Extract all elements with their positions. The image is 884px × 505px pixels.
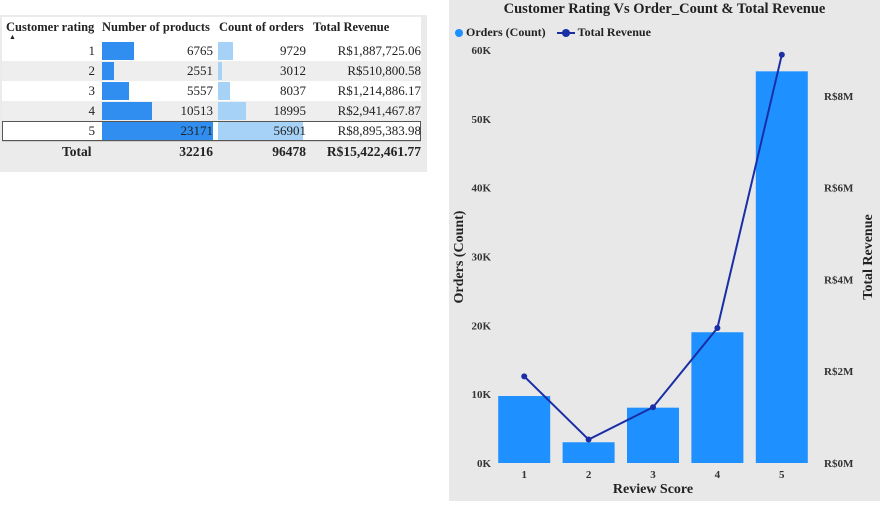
- orders-bar[interactable]: [498, 396, 551, 463]
- sort-ascending-icon[interactable]: ▲: [9, 34, 16, 41]
- cell-orders: 18995: [273, 103, 307, 118]
- cell-rating: 2: [88, 63, 96, 78]
- cell-revenue: R$1,887,725.06: [337, 43, 421, 58]
- cell-revenue: R$1,214,886.17: [337, 83, 421, 98]
- y2-tick-label: R$0M: [824, 458, 854, 470]
- cell-rating: 1: [88, 43, 96, 58]
- x-tick-label: 4: [715, 469, 721, 481]
- y2-axis-title: Total Revenue: [861, 214, 876, 299]
- x-axis-title: Review Score: [613, 482, 693, 497]
- y-tick-label: 0K: [477, 458, 492, 470]
- table-row[interactable]: 2 2551 3012 R$510,800.58: [2, 61, 421, 81]
- y-tick-label: 20K: [471, 320, 491, 332]
- column-header-customer-rating[interactable]: Customer rating: [6, 20, 94, 35]
- combo-chart: 0K 10K 20K 30K 40K 50K 60K R$0M R$2M R$4M R$6M R$8M…: [449, 0, 880, 501]
- cell-revenue: R$2,941,467.87: [337, 103, 421, 118]
- y-tick-label: 60K: [471, 45, 491, 57]
- table-header-row: Customer rating ▲ Number of products Cou…: [2, 17, 421, 41]
- x-tick-label: 3: [650, 469, 656, 481]
- cell-rating: 5: [88, 123, 96, 138]
- cell-products: 23171: [180, 123, 214, 138]
- cell-orders: 8037: [280, 83, 306, 98]
- products-table: Customer rating ▲ Number of products Cou…: [0, 15, 427, 172]
- revenue-point[interactable]: [778, 51, 785, 58]
- revenue-point[interactable]: [521, 373, 528, 380]
- total-label: Total: [62, 144, 92, 159]
- legend-orders-marker: [455, 29, 463, 37]
- cell-products: 5557: [187, 83, 213, 98]
- cell-orders: 9729: [280, 43, 306, 58]
- chart-title: Customer Rating Vs Order_Count & Total R…: [503, 1, 826, 17]
- cell-products: 6765: [187, 43, 213, 58]
- y2-tick-label: R$2M: [824, 366, 854, 378]
- revenue-point[interactable]: [714, 325, 721, 332]
- table-row[interactable]: 5 23171 56901 R$8,895,383.98: [2, 121, 421, 141]
- chart-legend: Orders (Count) Total Revenue: [455, 24, 659, 42]
- table-row[interactable]: 4 10513 18995 R$2,941,467.87: [2, 101, 421, 121]
- orders-bar[interactable]: [562, 442, 615, 463]
- legend-revenue-label: Total Revenue: [577, 24, 651, 39]
- cell-revenue: R$510,800.58: [347, 63, 421, 78]
- y2-tick-label: R$8M: [824, 91, 854, 103]
- legend-orders-label: Orders (Count): [466, 24, 546, 39]
- x-tick-label: 1: [521, 469, 527, 481]
- y-tick-label: 30K: [471, 252, 491, 264]
- cell-products: 2551: [187, 63, 213, 78]
- revenue-point[interactable]: [650, 404, 656, 411]
- cell-revenue: R$8,895,383.98: [337, 123, 421, 138]
- cell-rating: 4: [88, 103, 96, 118]
- legend-revenue-marker: [556, 29, 575, 37]
- total-products: 32216: [179, 144, 213, 159]
- table-body: 1 6765 9729 R$1,887,725.06 2 2551 3012 R$510,80…: [2, 41, 421, 141]
- cell-rating: 3: [88, 83, 96, 98]
- total-revenue: R$15,422,461.77: [326, 144, 421, 159]
- cell-orders: 56901: [273, 123, 307, 138]
- table-total-row: Total 32216 96478 R$15,422,461.77: [2, 141, 421, 164]
- cell-orders: 3012: [280, 63, 306, 78]
- y-tick-label: 40K: [471, 183, 491, 195]
- x-tick-label: 2: [586, 469, 592, 481]
- table-row[interactable]: 1 6765 9729 R$1,887,725.06: [2, 41, 421, 61]
- y-tick-label: 10K: [471, 389, 491, 401]
- legend-item-revenue[interactable]: Total Revenue: [556, 24, 651, 40]
- x-tick-label: 5: [779, 469, 785, 481]
- y2-tick-label: R$6M: [824, 183, 854, 195]
- total-orders: 96478: [272, 144, 306, 159]
- y-axis-title: Orders (Count): [452, 210, 467, 303]
- table-row[interactable]: 3 5557 8037 R$1,214,886.17: [2, 81, 421, 101]
- column-header-total-revenue[interactable]: Total Revenue: [313, 20, 389, 35]
- cell-products: 10513: [180, 103, 214, 118]
- y2-tick-label: R$4M: [824, 274, 854, 286]
- y-tick-label: 50K: [471, 114, 491, 126]
- legend-item-orders[interactable]: Orders (Count): [455, 25, 546, 40]
- chart-plot: 0K 10K 20K 30K 40K 50K 60K R$0M R$2M R$4M R$6M R$8M…: [452, 45, 876, 497]
- revenue-point[interactable]: [585, 436, 592, 443]
- column-header-count-of-orders[interactable]: Count of orders: [219, 20, 304, 35]
- column-header-number-of-products[interactable]: Number of products: [102, 20, 210, 35]
- table-grid: Customer rating ▲ Number of products Cou…: [2, 17, 421, 164]
